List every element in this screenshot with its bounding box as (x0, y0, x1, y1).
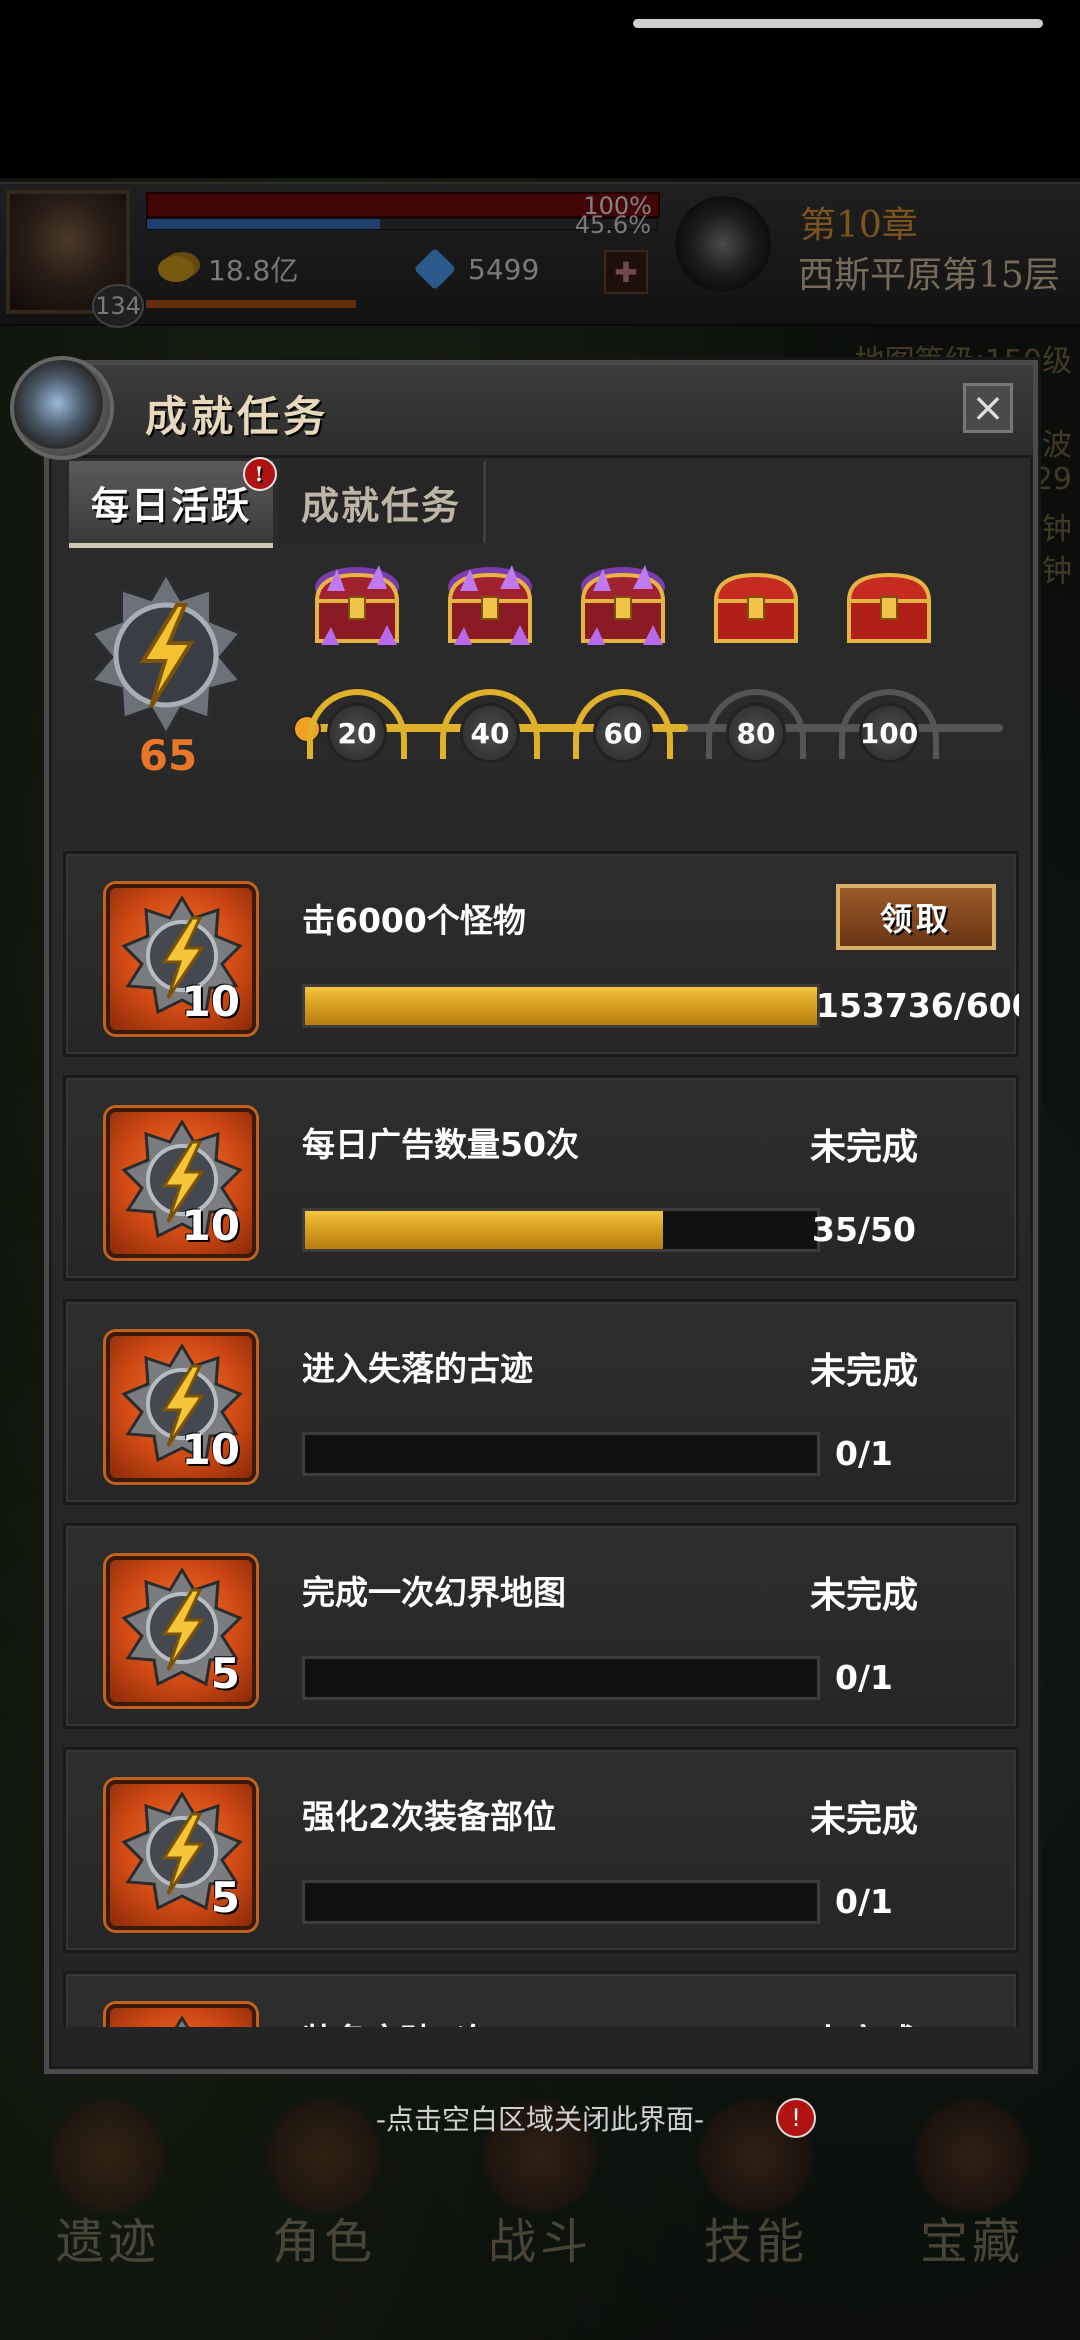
tab-notification-badge: ! (243, 457, 278, 491)
quest-reward-icon: 10 (106, 1108, 256, 1258)
quest-reward-icon: 5 (106, 1556, 256, 1706)
tab-achievements[interactable]: 成就任务 (279, 461, 487, 543)
quest-progress-bar (302, 1880, 820, 1924)
milestone[interactable]: 100 (825, 572, 955, 763)
quest-status: 未完成 (809, 1799, 918, 1840)
quest-reward-value: 5 (210, 1873, 240, 1922)
quest-reward-value: 10 (181, 1425, 240, 1474)
panel-tabs: 每日活跃 ! 成就任务 (69, 457, 487, 548)
quest-reward-icon (106, 2004, 256, 2027)
panel-title: 成就任务 (145, 392, 330, 441)
quest-card: 10 每日广告数量50次 未完成 35/50 (63, 1075, 1019, 1281)
system-gesture-bar (633, 19, 1043, 28)
close-icon: × (971, 385, 1005, 431)
quest-card: 5 完成一次幻界地图 未完成 0/1 (63, 1523, 1019, 1729)
treasure-chest-icon (713, 572, 799, 643)
milestone-value: 100 (859, 703, 919, 763)
quest-reward-value: 10 (181, 977, 240, 1026)
close-button[interactable]: × (963, 383, 1013, 433)
milestone[interactable]: 80 (692, 572, 822, 763)
treasure-chest-icon (447, 565, 533, 645)
lightning-bolt-icon (87, 569, 245, 739)
quest-progress-count: 35/50 (812, 1210, 916, 1249)
treasure-chest-icon (846, 572, 932, 643)
quest-title: 进入失落的古迹 (302, 1349, 533, 1388)
milestone[interactable]: 20 (293, 565, 423, 763)
quest-title: 完成一次幻界地图 (302, 1573, 566, 1612)
milestone[interactable]: 40 (426, 565, 556, 763)
quest-progress-bar (302, 1656, 820, 1700)
quest-status: 未完成 (809, 1575, 918, 1616)
lightning-bolt-icon (174, 2015, 190, 2027)
quest-progress-count: 0/1 (835, 1434, 893, 1473)
quest-status: 未完成 (764, 2014, 964, 2027)
quest-progress-count: 0/1 (835, 1882, 893, 1921)
quest-title: 每日广告数量50次 (302, 1125, 579, 1164)
panel-header: 成就任务 × (49, 365, 1033, 458)
quest-reward-icon: 10 (106, 884, 256, 1034)
close-hint: -点击空白区域关闭此界面- (375, 2103, 705, 2136)
quest-status: 未完成 (809, 1351, 918, 1392)
activity-progress: 65 20 40 60 80 100 (63, 561, 1019, 811)
tab-label: 成就任务 (301, 482, 462, 528)
treasure-chest-icon (314, 565, 400, 645)
quest-reward-icon: 10 (106, 1332, 256, 1482)
quest-card: 5 强化2次装备部位 未完成 0/1 (63, 1747, 1019, 1953)
quest-progress-fill (305, 987, 817, 1025)
achievement-emblem-icon (10, 356, 114, 460)
quest-progress-bar (302, 984, 820, 1028)
quest-progress-fill (305, 1211, 664, 1249)
quest-card: 10 进入失落的古迹 未完成 0/1 (63, 1299, 1019, 1505)
quest-progress-bar (302, 1208, 820, 1252)
quest-reward-value: 5 (210, 1649, 240, 1698)
quest-title: 强化2次装备部位 (302, 1797, 556, 1836)
quest-reward-value: 10 (181, 1201, 240, 1250)
milestone-value: 60 (593, 703, 653, 763)
quest-reward-icon: 5 (106, 1780, 256, 1930)
activity-score: 65 (138, 731, 198, 780)
milestone[interactable]: 60 (559, 565, 689, 763)
quest-title: 装备突破1次 (302, 2014, 490, 2027)
quest-title: 击6000个怪物 (302, 901, 526, 940)
quest-card: 10 击6000个怪物 领取 153736/6000 (63, 851, 1019, 1057)
quest-progress-count: 0/1 (835, 1658, 893, 1697)
quest-progress-bar (302, 1432, 820, 1476)
quest-card: 装备突破1次 未完成 (63, 1971, 1019, 2027)
milestone-value: 80 (726, 703, 786, 763)
quest-progress-count: 153736/6000 (816, 986, 1019, 1025)
treasure-chest-icon (580, 565, 666, 645)
tab-daily-activity[interactable]: 每日活跃 ! (69, 457, 278, 548)
achievement-panel: 成就任务 × 每日活跃 ! 成就任务 65 20 40 60 80 100 10 击600… (44, 360, 1038, 2074)
quest-list[interactable]: 10击6000个怪物领取153736/600010每日广告数量50次未完成35/… (63, 851, 1019, 2027)
quest-status: 未完成 (809, 1127, 918, 1168)
tab-label: 每日活跃 (91, 482, 252, 528)
milestone-value: 40 (460, 703, 520, 763)
milestone-value: 20 (327, 703, 387, 763)
claim-button[interactable]: 领取 (836, 884, 996, 950)
